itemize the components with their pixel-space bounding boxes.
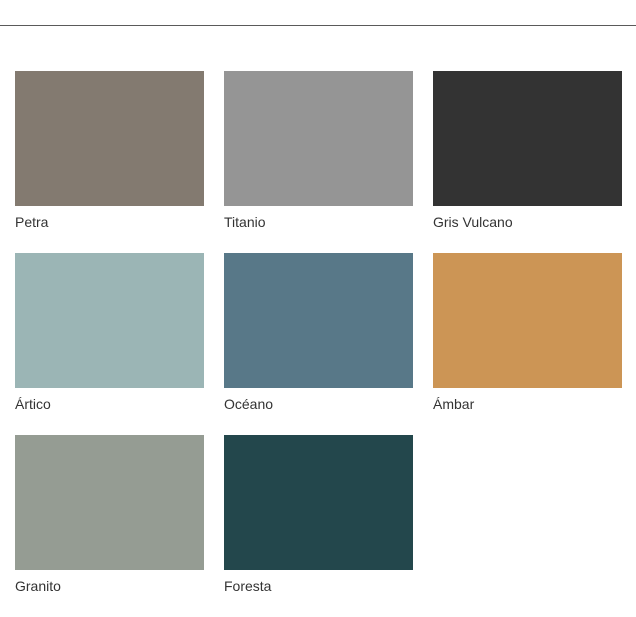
swatch-card-titanio[interactable]: Titanio bbox=[224, 71, 413, 253]
swatch-card-gris-vulcano[interactable]: Gris Vulcano bbox=[433, 71, 622, 253]
swatch-label: Granito bbox=[15, 578, 61, 594]
color-swatch[interactable] bbox=[15, 435, 204, 570]
swatch-label: Gris Vulcano bbox=[433, 214, 513, 230]
swatch-card-oceano[interactable]: Océano bbox=[224, 253, 413, 435]
swatch-label: Océano bbox=[224, 396, 274, 412]
color-swatch-grid: Petra Titanio Gris Vulcano Ártico Océano… bbox=[15, 71, 622, 617]
swatch-label: Petra bbox=[15, 214, 49, 230]
top-divider bbox=[0, 25, 636, 26]
swatch-label: Ámbar bbox=[433, 396, 475, 412]
color-swatch[interactable] bbox=[224, 435, 413, 570]
swatch-label: Ártico bbox=[15, 396, 51, 412]
swatch-card-foresta[interactable]: Foresta bbox=[224, 435, 413, 617]
swatch-label: Titanio bbox=[224, 214, 266, 230]
swatch-card-petra[interactable]: Petra bbox=[15, 71, 204, 253]
swatch-card-artico[interactable]: Ártico bbox=[15, 253, 204, 435]
color-swatch[interactable] bbox=[224, 253, 413, 388]
swatch-card-granito[interactable]: Granito bbox=[15, 435, 204, 617]
color-swatch[interactable] bbox=[224, 71, 413, 206]
swatch-label: Foresta bbox=[224, 578, 272, 594]
color-swatch[interactable] bbox=[15, 253, 204, 388]
color-swatch[interactable] bbox=[433, 71, 622, 206]
color-swatch[interactable] bbox=[433, 253, 622, 388]
swatch-card-ambar[interactable]: Ámbar bbox=[433, 253, 622, 435]
color-swatch[interactable] bbox=[15, 71, 204, 206]
